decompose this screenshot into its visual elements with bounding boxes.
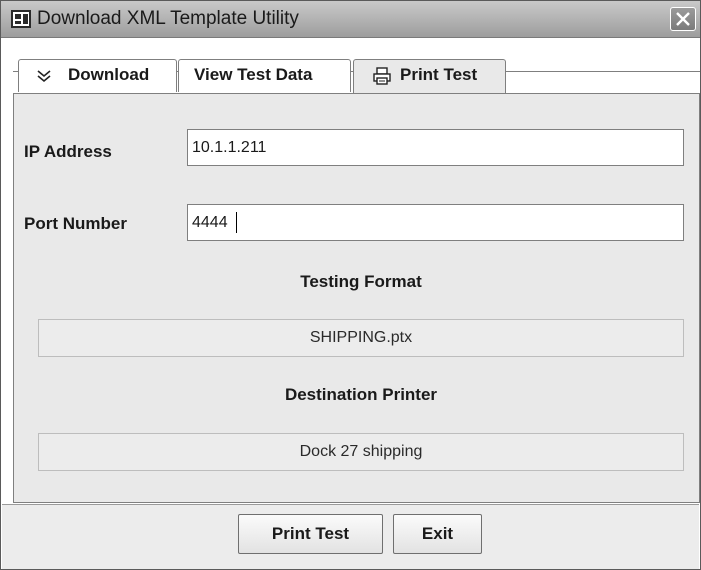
port-number-label: Port Number — [24, 214, 127, 233]
title-bar[interactable]: Download XML Template Utility — [1, 1, 700, 38]
ip-address-label: IP Address — [24, 142, 112, 161]
tab-print-test-label: Print Test — [400, 65, 478, 84]
close-icon — [676, 12, 690, 26]
close-button[interactable] — [670, 7, 696, 31]
print-test-button[interactable]: Print Test — [238, 514, 383, 554]
tab-download[interactable]: Download — [18, 59, 177, 92]
text-caret — [236, 212, 237, 233]
tab-download-label: Download — [68, 65, 150, 84]
tab-print-test[interactable]: Print Test — [353, 59, 506, 94]
app-window: Download XML Template Utility Download V… — [0, 0, 701, 570]
printer-icon — [373, 67, 391, 85]
testing-format-heading: Testing Format — [300, 272, 422, 291]
exit-button[interactable]: Exit — [393, 514, 482, 554]
destination-printer-heading: Destination Printer — [284, 385, 438, 404]
port-number-input[interactable]: 4444 — [187, 204, 684, 241]
tab-view-test-data-label: View Test Data — [194, 65, 313, 84]
testing-format-value: SHIPPING.ptx — [38, 319, 684, 357]
ip-address-input[interactable]: 10.1.1.211 — [187, 129, 684, 166]
tab-view-test-data[interactable]: View Test Data — [178, 59, 351, 92]
destination-printer-value: Dock 27 shipping — [38, 433, 684, 471]
chevrons-down-icon — [37, 70, 51, 83]
app-icon — [11, 10, 31, 28]
window-title: Download XML Template Utility — [37, 8, 299, 29]
